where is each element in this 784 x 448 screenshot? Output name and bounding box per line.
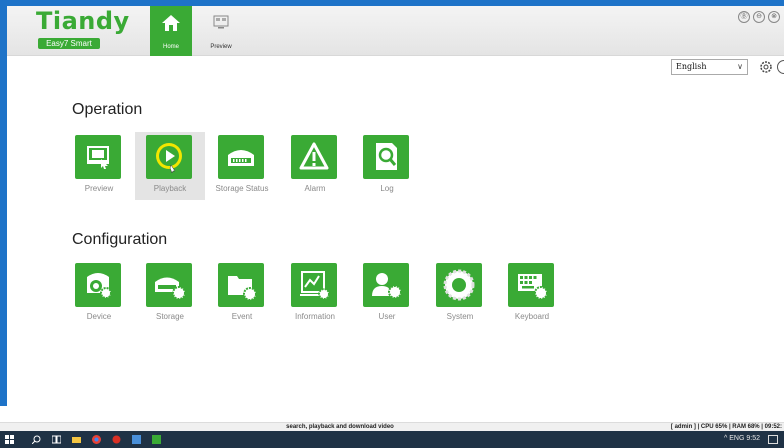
tile-user[interactable]: User — [352, 260, 422, 328]
storage-icon — [155, 277, 186, 300]
notification-icon[interactable] — [768, 435, 778, 444]
nav-home-button[interactable]: Home — [150, 6, 192, 56]
event-icon — [228, 276, 257, 301]
language-value: English — [676, 62, 707, 71]
tile-keyboard-label: Keyboard — [514, 312, 550, 321]
help-icon[interactable] — [777, 60, 784, 74]
tile-user-box — [363, 263, 409, 307]
brand-name: Tiandy — [36, 7, 130, 35]
tile-storage[interactable]: Storage — [135, 260, 205, 328]
tile-device-box — [75, 263, 121, 307]
system-icon — [443, 269, 475, 301]
user-icon — [372, 273, 402, 299]
tile-system[interactable]: System — [425, 260, 495, 328]
tile-information[interactable]: Information — [280, 260, 350, 328]
file-explorer-icon[interactable] — [72, 435, 81, 444]
tile-information-box — [291, 263, 337, 307]
chevron-down-icon: ∨ — [737, 62, 743, 71]
configuration-section-title: Configuration — [72, 231, 168, 248]
task-view-icon[interactable] — [52, 435, 61, 444]
tile-playback-box — [146, 135, 192, 179]
app-window-icon[interactable] — [132, 435, 141, 444]
home-icon — [162, 15, 180, 31]
tile-system-box — [436, 263, 482, 307]
window-left-border — [0, 6, 7, 406]
tile-playback[interactable]: Playback — [135, 132, 205, 200]
nav-preview-button[interactable]: Preview — [200, 6, 242, 56]
brand-subtitle: Easy7 Smart — [38, 38, 100, 49]
tile-event[interactable]: Event — [207, 260, 277, 328]
device-icon — [87, 273, 112, 299]
status-bar: search, playback and download video [ ad… — [0, 422, 784, 431]
search-icon[interactable] — [32, 435, 41, 444]
tile-preview[interactable]: Preview — [64, 132, 134, 200]
windows-start-icon[interactable] — [5, 435, 14, 444]
minimize-icon[interactable]: ⊖ — [753, 11, 765, 23]
tile-alarm-box — [291, 135, 337, 179]
alarm-icon — [299, 142, 329, 170]
information-icon — [300, 271, 330, 300]
tile-keyboard-box — [508, 263, 554, 307]
preview-nav-icon — [213, 15, 229, 29]
log-icon — [376, 143, 397, 170]
tile-device[interactable]: Device — [64, 260, 134, 328]
close-icon[interactable]: ⊗ — [768, 11, 780, 23]
chrome-icon[interactable] — [92, 435, 101, 444]
tile-storage-status[interactable]: Storage Status — [207, 132, 277, 200]
operation-section-title: Operation — [72, 101, 143, 118]
preview-icon — [87, 146, 109, 169]
brand-logo: Tiandy Easy7 Smart — [36, 7, 129, 50]
tile-storage-box — [146, 263, 192, 307]
tile-log[interactable]: Log — [352, 132, 422, 200]
tile-event-box — [218, 263, 264, 307]
nav-preview-label: Preview — [210, 44, 232, 50]
settings-gear-icon[interactable] — [758, 59, 774, 75]
keyboard-icon — [518, 274, 548, 300]
tile-preview-box — [75, 135, 121, 179]
window-info-icon[interactable]: Ⓑ — [738, 11, 750, 23]
windows-taskbar: ^ ENG 9:52 — [0, 431, 784, 448]
tile-storage-status-box — [218, 135, 264, 179]
tiandy-app-icon[interactable] — [152, 435, 161, 444]
tile-keyboard[interactable]: Keyboard — [497, 260, 567, 328]
playback-icon — [156, 143, 182, 174]
nav-home-label: Home — [162, 44, 179, 50]
tile-log-label: Log — [380, 184, 394, 193]
system-status: [ admin ] | CPU 65% | RAM 68% | 09:52: — [670, 424, 782, 430]
storage-status-icon — [228, 150, 254, 166]
tile-log-box — [363, 135, 409, 179]
language-select[interactable]: English ∨ — [671, 59, 748, 75]
tile-alarm[interactable]: Alarm — [280, 132, 350, 200]
system-tray[interactable]: ^ ENG 9:52 — [724, 435, 760, 442]
status-hint: search, playback and download video — [286, 424, 394, 430]
app-red-icon[interactable] — [112, 435, 121, 444]
